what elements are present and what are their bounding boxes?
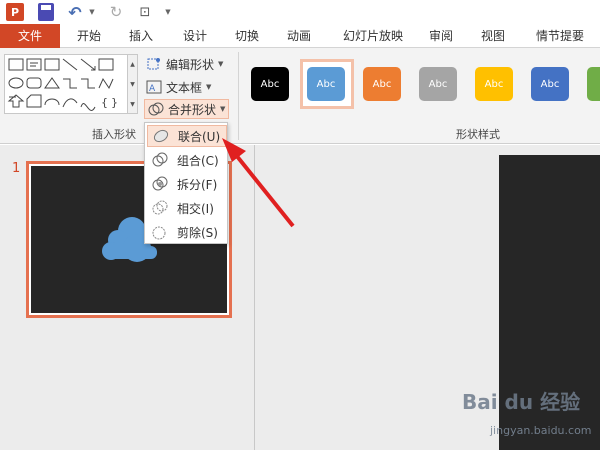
annotation-arrow <box>222 138 295 228</box>
baidu-watermark: Bai du 经验 jingyan.baidu.com <box>462 386 598 446</box>
watermark-main: Bai du 经验 <box>462 390 581 414</box>
watermark-sub: jingyan.baidu.com <box>490 424 592 437</box>
